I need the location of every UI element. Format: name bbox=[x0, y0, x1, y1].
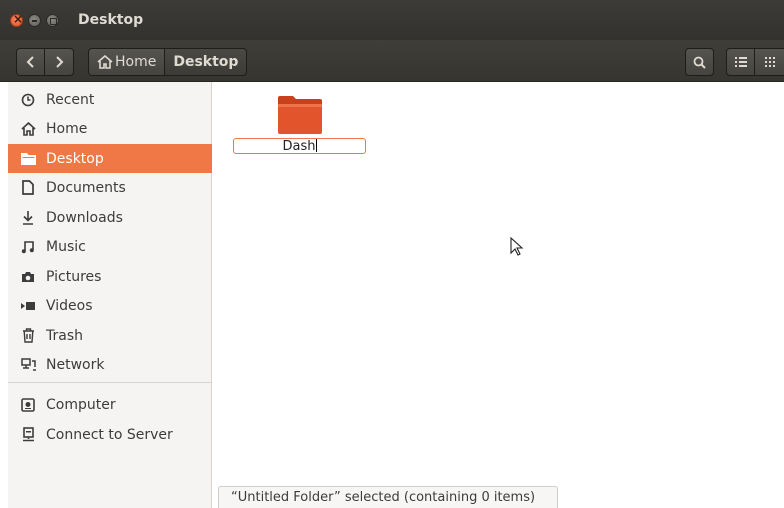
sidebar-item-label: Music bbox=[46, 238, 86, 255]
download-icon bbox=[20, 210, 36, 226]
search-button[interactable] bbox=[685, 48, 714, 76]
title-bar: Desktop bbox=[0, 0, 784, 40]
folder-icon bbox=[278, 96, 322, 134]
mouse-pointer-icon bbox=[510, 237, 524, 256]
sidebar-item-videos[interactable]: Videos bbox=[8, 291, 212, 320]
window-title: Desktop bbox=[78, 12, 144, 28]
sidebar-item-pictures[interactable]: Pictures bbox=[8, 262, 212, 291]
grid-view-icon bbox=[764, 57, 775, 67]
sidebar-item-computer[interactable]: Computer bbox=[8, 390, 212, 419]
sidebar-divider bbox=[8, 382, 212, 383]
breadcrumb-home-label: Home bbox=[115, 54, 157, 70]
sidebar-item-label: Computer bbox=[46, 396, 116, 413]
sidebar: Recent Home Desktop Documents Downloads … bbox=[8, 82, 212, 508]
sidebar-item-home[interactable]: Home bbox=[8, 114, 212, 143]
status-bar: “Untitled Folder” selected (containing 0… bbox=[218, 486, 558, 508]
search-icon bbox=[693, 56, 706, 69]
sidebar-item-label: Downloads bbox=[46, 209, 123, 226]
clock-icon bbox=[20, 92, 36, 108]
home-icon bbox=[20, 121, 36, 137]
camera-icon bbox=[20, 269, 36, 285]
list-view-icon bbox=[734, 57, 747, 67]
music-icon bbox=[20, 239, 36, 255]
video-icon bbox=[20, 298, 36, 314]
breadcrumb-desktop-label: Desktop bbox=[173, 54, 239, 70]
sidebar-item-desktop[interactable]: Desktop bbox=[8, 144, 212, 173]
rename-field-value: Dash bbox=[282, 139, 316, 154]
close-window-button[interactable] bbox=[10, 12, 23, 27]
breadcrumb-desktop[interactable]: Desktop bbox=[165, 48, 248, 76]
rename-field[interactable]: Dash bbox=[233, 138, 366, 154]
maximize-window-button[interactable] bbox=[46, 14, 59, 27]
sidebar-item-downloads[interactable]: Downloads bbox=[8, 203, 212, 232]
network-icon bbox=[20, 357, 36, 373]
minimize-window-button[interactable] bbox=[28, 14, 41, 27]
new-folder-item[interactable] bbox=[277, 95, 323, 135]
sidebar-item-music[interactable]: Music bbox=[8, 232, 212, 261]
sidebar-item-connect-to-server[interactable]: Connect to Server bbox=[8, 420, 212, 449]
sidebar-item-label: Home bbox=[46, 120, 88, 137]
text-caret bbox=[315, 139, 317, 152]
breadcrumb: Home Desktop bbox=[88, 48, 248, 76]
sidebar-item-label: Connect to Server bbox=[46, 426, 173, 443]
back-button[interactable] bbox=[16, 48, 45, 76]
sidebar-item-label: Desktop bbox=[46, 150, 104, 167]
sidebar-item-label: Recent bbox=[46, 91, 95, 108]
chevron-left-icon bbox=[26, 56, 34, 68]
sidebar-item-label: Pictures bbox=[46, 268, 102, 285]
list-view-button[interactable] bbox=[726, 48, 755, 76]
folder-icon bbox=[20, 151, 36, 167]
document-icon bbox=[20, 180, 36, 196]
toolbar: Home Desktop bbox=[0, 40, 784, 82]
navigation-buttons bbox=[16, 48, 74, 76]
chevron-right-icon bbox=[56, 56, 64, 68]
home-icon bbox=[97, 55, 113, 69]
server-icon bbox=[20, 427, 36, 443]
sidebar-item-label: Trash bbox=[46, 327, 83, 344]
breadcrumb-home[interactable]: Home bbox=[88, 48, 166, 76]
sidebar-item-recent[interactable]: Recent bbox=[8, 85, 212, 114]
computer-icon bbox=[20, 397, 36, 413]
grid-view-button[interactable] bbox=[755, 48, 784, 76]
sidebar-item-label: Network bbox=[46, 356, 105, 373]
trash-icon bbox=[20, 328, 36, 344]
file-view[interactable]: Dash “Untitled Folder” selected (contain… bbox=[213, 82, 784, 508]
sidebar-item-label: Videos bbox=[46, 297, 93, 314]
forward-button[interactable] bbox=[45, 48, 74, 76]
sidebar-item-label: Documents bbox=[46, 179, 126, 196]
sidebar-item-documents[interactable]: Documents bbox=[8, 173, 212, 202]
sidebar-item-trash[interactable]: Trash bbox=[8, 321, 212, 350]
sidebar-item-network[interactable]: Network bbox=[8, 350, 212, 379]
